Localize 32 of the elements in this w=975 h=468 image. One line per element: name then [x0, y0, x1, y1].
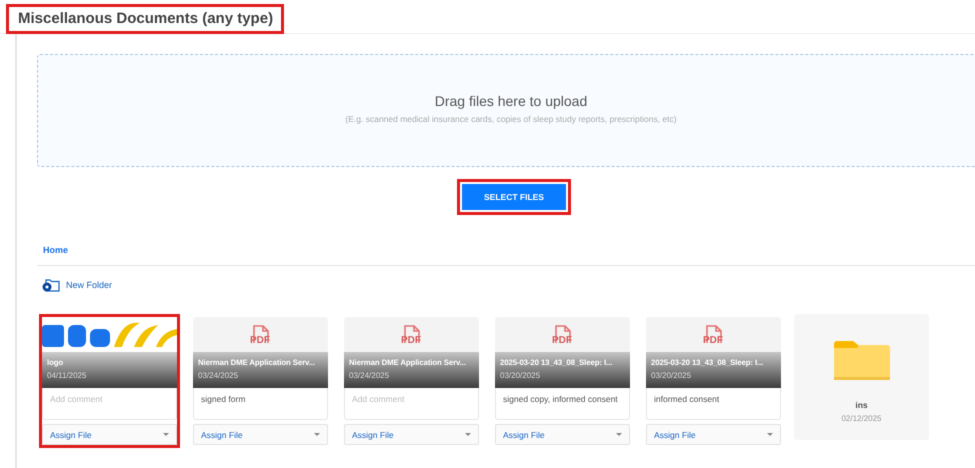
file-date: 03/24/2025 — [198, 371, 240, 380]
folder-name: ins — [855, 400, 868, 410]
select-files-button[interactable]: SELECT FILES — [462, 184, 566, 210]
assign-file-dropdown[interactable]: Assign File — [42, 424, 177, 445]
caret-icon — [767, 433, 773, 436]
file-date: 03/20/2025 — [500, 371, 542, 380]
caret-icon — [465, 433, 471, 436]
file-date: 03/20/2025 — [651, 371, 692, 380]
file-date: 03/24/2025 — [349, 371, 390, 380]
dropzone-hint: (E.g. scanned medical insurance cards, copies of sleep study reports, prescriptions, etc) — [345, 114, 677, 124]
caret-icon — [616, 433, 622, 436]
folder-date: 02/12/2025 — [841, 414, 882, 423]
breadcrumb-link[interactable]: Home — [43, 245, 68, 255]
upload-dropzone[interactable]: Drag files here to upload (E.g. scanned medical insurance cards, copies of sleep study reports, prescriptions, etc) — [37, 54, 975, 167]
assign-file-dropdown[interactable]: Assign File — [495, 424, 630, 445]
assign-file-dropdown[interactable]: Assign File — [646, 424, 781, 445]
dropzone-heading: Drag files here to upload — [434, 93, 588, 109]
comment-field[interactable]: signed form — [193, 388, 328, 420]
file-date: 04/11/2025 — [47, 371, 88, 380]
folder-card[interactable]: ins 02/12/2025 — [794, 314, 929, 440]
assign-file-dropdown[interactable]: Assign File — [344, 424, 479, 445]
comment-field[interactable]: Add comment — [42, 388, 177, 420]
caret-icon — [314, 433, 320, 436]
folder-add-icon — [42, 278, 60, 292]
page-title: Miscellanous Documents (any type) — [6, 4, 284, 34]
comment-field[interactable]: Add comment — [344, 388, 479, 420]
assign-file-dropdown[interactable]: Assign File — [193, 424, 328, 445]
comment-field[interactable]: informed consent — [646, 388, 781, 420]
new-folder-link[interactable]: New Folder — [42, 278, 112, 292]
folder-icon — [834, 340, 890, 380]
caret-icon — [163, 433, 169, 436]
comment-field[interactable]: signed copy, informed consent — [495, 388, 630, 420]
